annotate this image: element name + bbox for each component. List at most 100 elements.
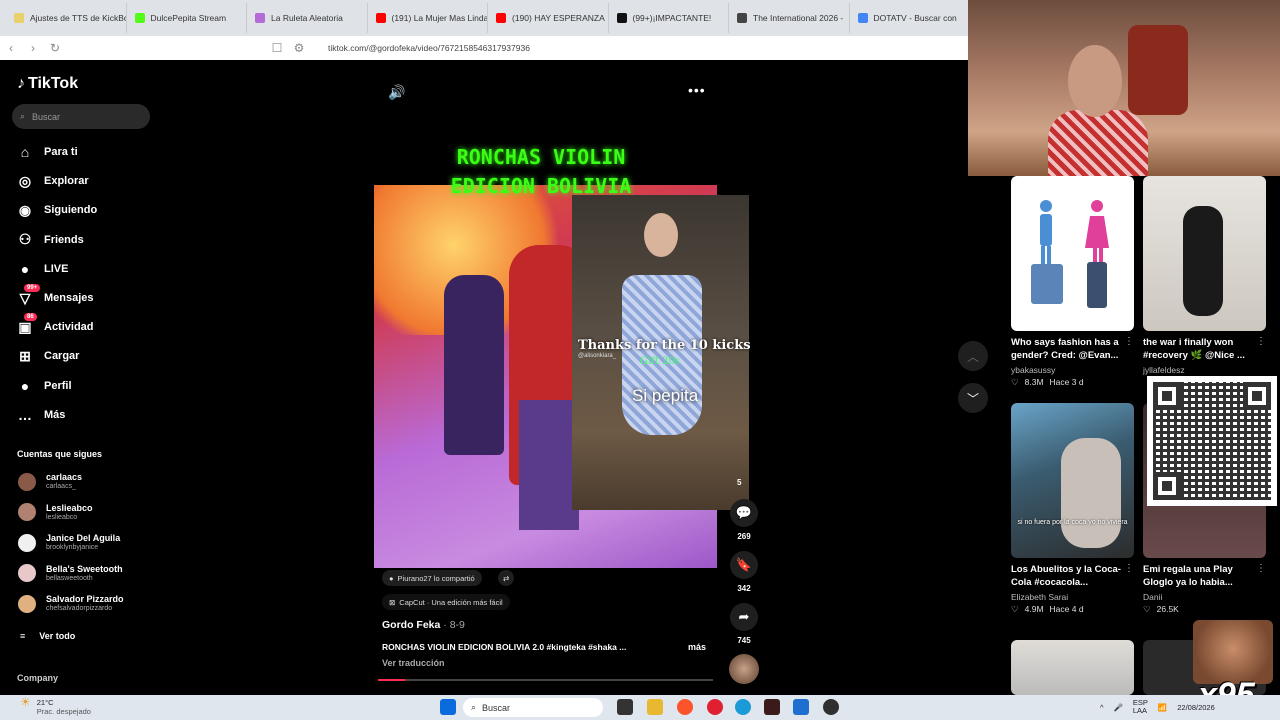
nav-item-explorar[interactable]: ◎ Explorar (16, 172, 89, 190)
grid-card[interactable]: ⋮ the war i finally won #recovery 🌿 @Nic… (1143, 176, 1266, 375)
card-menu-icon[interactable]: ⋮ (1256, 563, 1266, 574)
browser-tab[interactable]: DOTATV - Buscar con (850, 3, 970, 33)
weather-desc: Prac. despejado (36, 707, 91, 716)
account-name: Bella's Sweetooth (46, 563, 123, 574)
following-account[interactable]: Salvador Pizzardo chefsalvadorpizzardo (18, 594, 124, 613)
card-author[interactable]: Danii (1143, 592, 1266, 602)
obs-icon[interactable] (823, 699, 839, 715)
account-handle: bellasweetooth (46, 574, 93, 582)
account-name: Salvador Pizzardo (46, 594, 124, 605)
more-options-icon[interactable]: ••• (688, 82, 706, 98)
url-field[interactable]: tiktok.com/@gordofeka/video/767215854631… (328, 43, 530, 53)
weather-widget[interactable]: ☀ 21°C Prac. despejado (20, 696, 91, 716)
card-menu-icon[interactable]: ⋮ (1124, 336, 1134, 347)
creator-avatar[interactable] (729, 654, 759, 684)
caption-more-button[interactable]: más (688, 642, 706, 652)
partial-count: 5 (737, 478, 742, 487)
shared-by-pill[interactable]: ● Piurano27 lo compartió (382, 570, 482, 586)
grid-card[interactable]: ⋮ Who says fashion has a gender? Cred: @… (1011, 176, 1134, 388)
card-thumb-caption: si no fuera por la coca yo no viviera (1017, 519, 1128, 526)
task-view-icon[interactable] (617, 699, 633, 715)
taskbar-search[interactable]: ⌕ Buscar (463, 698, 603, 717)
shared-by-label: Piurano27 lo compartió (397, 573, 475, 583)
forward-icon[interactable]: › (22, 41, 44, 55)
bookmark-page-icon[interactable]: ☐ (266, 41, 288, 55)
qr-finder (1243, 382, 1271, 410)
card-author[interactable]: ybakasussy (1011, 365, 1134, 375)
grid-card-thumbnail[interactable] (1011, 640, 1134, 695)
clock-date[interactable]: 22/08/2026 (1177, 703, 1215, 712)
card-thumbnail: si no fuera por la coca yo no viviera (1011, 403, 1134, 558)
browser-tab[interactable]: DulcePepita Stream (127, 3, 247, 33)
nav-item-perfil[interactable]: ● Perfil (16, 377, 72, 395)
nav-item-live[interactable]: ● LIVE (16, 260, 69, 278)
comment-button[interactable]: 💬 269 (730, 499, 758, 541)
company-link[interactable]: Company (17, 673, 58, 683)
browser-tab[interactable]: The International 2026 - (729, 3, 850, 33)
account-handle: leslieabco (46, 513, 78, 521)
tab-label: Ajustes de TTS de KickBot (30, 13, 127, 23)
following-account[interactable]: carlaacs carlaacs_ (18, 472, 82, 491)
grid-card[interactable]: si no fuera por la coca yo no viviera ⋮ … (1011, 403, 1134, 615)
nav-label: Actividad (44, 321, 94, 334)
nav-item-siguiendo[interactable]: ◉ Siguiendo (16, 201, 97, 219)
user-dot-icon: ● (389, 573, 394, 583)
browser-tab[interactable]: La Ruleta Aleatoria (247, 3, 368, 33)
opera-icon[interactable] (707, 699, 723, 715)
bookmark-button[interactable]: 🔖 342 (730, 551, 758, 593)
nav-item-mensajes[interactable]: ▽ 99+ Mensajes (16, 284, 94, 307)
browser-tab[interactable]: Ajustes de TTS de KickBot (6, 3, 127, 33)
nav-item-friends[interactable]: ⚇ Friends (16, 231, 84, 249)
store-icon[interactable] (793, 699, 809, 715)
translate-button[interactable]: Ver traducción (382, 658, 445, 668)
reload-icon[interactable]: ↻ (44, 41, 66, 55)
following-account[interactable]: Janice Del Aguila brooklynbyjanice (18, 533, 120, 552)
browser-tab[interactable]: (99+)¡IMPACTANTE! (609, 3, 729, 33)
windows-start-icon[interactable] (440, 699, 456, 715)
previous-video-button[interactable]: ︿ (958, 341, 988, 371)
nav-item-cargar[interactable]: ⊞ Cargar (16, 347, 79, 365)
card-menu-icon[interactable]: ⋮ (1256, 336, 1266, 347)
edge-icon[interactable] (735, 699, 751, 715)
back-icon[interactable]: ‹ (0, 41, 22, 55)
browser-tab[interactable]: (190) HAY ESPERANZA (488, 3, 609, 33)
repost-button[interactable]: ⇄ (498, 570, 515, 586)
tab-favicon-icon (857, 13, 868, 23)
following-account[interactable]: Bella's Sweetooth bellasweetooth (18, 564, 123, 583)
overlay-gift-text: Gift 20s (640, 356, 680, 367)
chevron-down-icon: ﹀ (966, 391, 979, 406)
capcut-pill[interactable]: ⊠ CapCut · Una edición más fácil (382, 594, 510, 610)
messages-icon: ▽ 99+ (16, 284, 41, 307)
language-indicator[interactable]: ESP LAA (1133, 699, 1148, 715)
card-likes: 4.9M (1024, 604, 1044, 614)
nav-label: Más (44, 408, 66, 421)
card-author[interactable]: Elizabeth Sarai (1011, 592, 1134, 602)
gender-fashion-graphic (1031, 200, 1109, 308)
search-input[interactable]: ⌕ Buscar (12, 104, 150, 129)
video-author[interactable]: Gordo Feka · 8-9 (382, 619, 465, 631)
author-name[interactable]: Gordo Feka (382, 619, 440, 631)
nav-item-para-ti[interactable]: ⌂ Para ti (16, 143, 78, 161)
heart-icon: ♡ (1011, 604, 1019, 614)
lang-secondary: LAA (1132, 706, 1148, 715)
site-info-icon[interactable]: ⚙ (288, 41, 310, 55)
card-author[interactable]: jyllafeldesz (1143, 365, 1266, 375)
browser-tab[interactable]: (191) La Mujer Mas Linda (368, 3, 488, 33)
card-stats: ♡ 4.9M Hace 4 d (1011, 604, 1134, 615)
following-section-title: Cuentas que sigues (17, 449, 103, 459)
nav-item-más[interactable]: … Más (16, 406, 65, 424)
nav-item-actividad[interactable]: ▣ 86 Actividad (16, 313, 94, 336)
tiktok-logo[interactable]: ♪ TikTok (17, 75, 78, 93)
see-all-button[interactable]: ≡ Ver todo (20, 631, 75, 641)
system-tray[interactable]: ^ 🎤 ESP LAA 📶 22/08/2026 (1100, 699, 1215, 715)
following-account[interactable]: Leslieabco leslieabco (18, 503, 93, 522)
volume-icon[interactable]: 🔊 (388, 84, 405, 101)
app-icon[interactable] (764, 699, 780, 715)
video-progress-bar[interactable] (378, 679, 713, 681)
file-explorer-icon[interactable] (647, 699, 663, 715)
share-button[interactable]: ➦ 745 (730, 603, 758, 645)
card-stats: ♡ 26.5K (1143, 604, 1266, 615)
brave-browser-icon[interactable] (677, 699, 693, 715)
card-menu-icon[interactable]: ⋮ (1124, 563, 1134, 574)
next-video-button[interactable]: ﹀ (958, 383, 988, 413)
